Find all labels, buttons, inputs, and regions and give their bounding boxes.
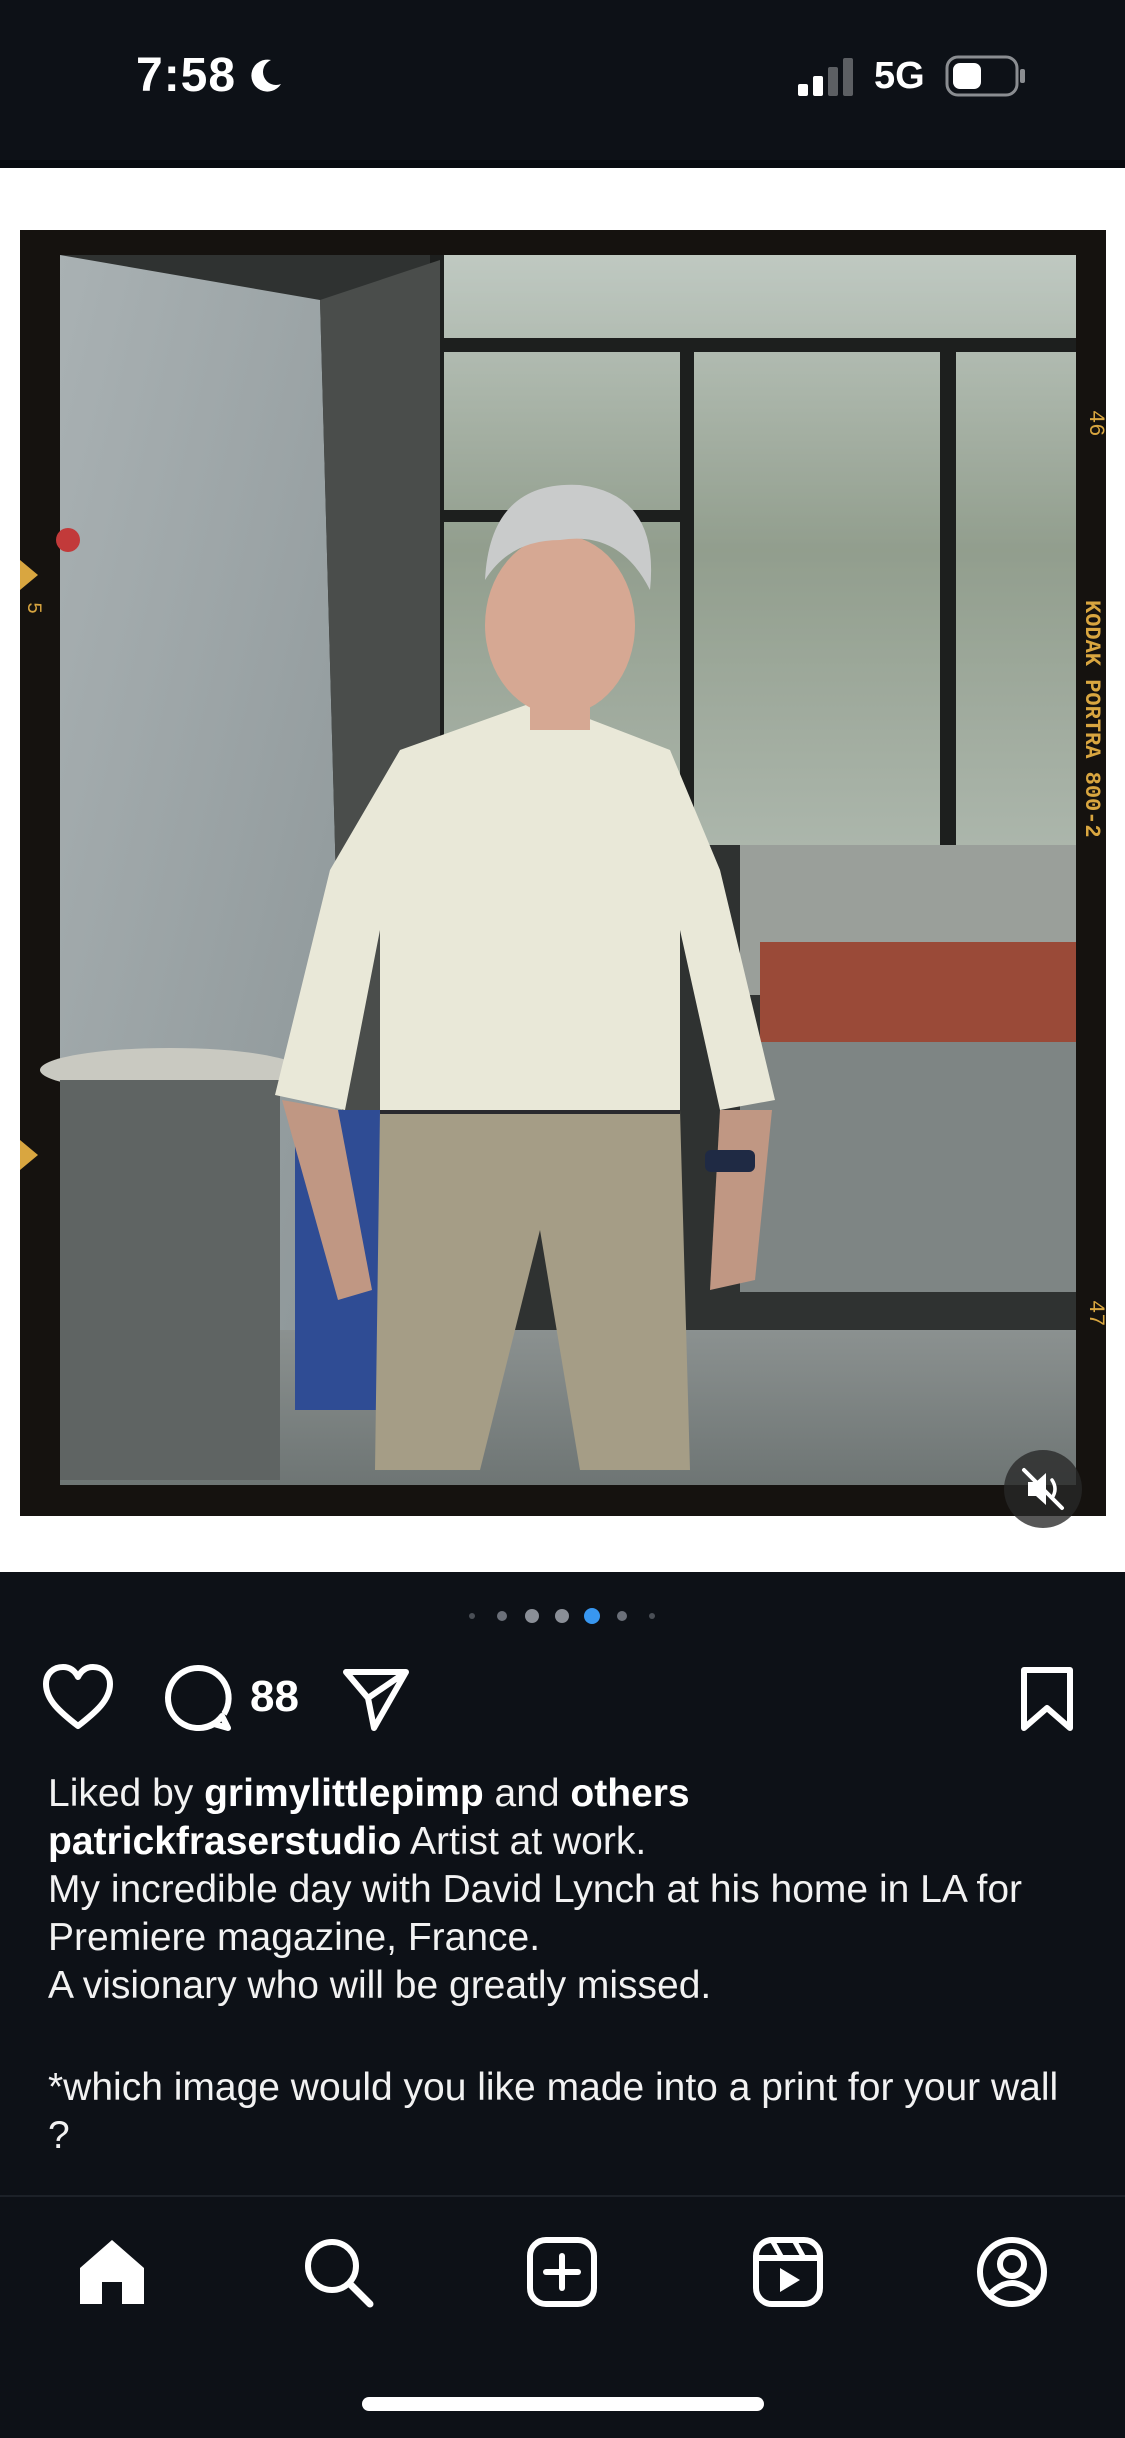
caption-line: My incredible day with David Lynch at hi… bbox=[48, 1868, 1023, 1959]
carousel-dot bbox=[469, 1613, 475, 1619]
caption-line: Artist at work. bbox=[409, 1820, 647, 1863]
carousel-dot bbox=[497, 1611, 507, 1621]
carousel-indicator bbox=[469, 1608, 655, 1624]
liked-by-line[interactable]: Liked by grimylittlepimp and others bbox=[48, 1770, 1088, 1818]
like-heart-icon[interactable] bbox=[40, 1662, 116, 1732]
mute-button[interactable] bbox=[1004, 1450, 1082, 1528]
liked-by-user[interactable]: grimylittlepimp bbox=[204, 1772, 484, 1815]
film-frame-number-left: 5 bbox=[21, 602, 44, 614]
carousel-dot bbox=[525, 1609, 539, 1623]
home-indicator[interactable] bbox=[362, 2397, 764, 2411]
save-bookmark-icon[interactable] bbox=[1018, 1664, 1076, 1734]
home-icon[interactable] bbox=[72, 2232, 152, 2312]
status-bar: 7:58 5G bbox=[0, 0, 1125, 160]
liked-by-others[interactable]: others bbox=[570, 1772, 689, 1815]
moon-icon bbox=[251, 59, 281, 92]
status-time: 7:58 bbox=[136, 49, 237, 102]
film-frame-number-top: 46 bbox=[1083, 410, 1106, 436]
carousel-dot bbox=[617, 1611, 627, 1621]
liked-by-connector: and bbox=[494, 1772, 560, 1815]
header-divider bbox=[0, 160, 1125, 168]
battery-icon bbox=[945, 55, 1025, 97]
caption-line: A visionary who will be greatly missed. bbox=[48, 1964, 712, 2007]
profile-icon[interactable] bbox=[972, 2232, 1052, 2312]
reels-icon[interactable] bbox=[748, 2232, 828, 2312]
comment-icon[interactable] bbox=[162, 1662, 234, 1734]
post-photo[interactable]: 46 KODAK PORTRA 800-2 47 5 bbox=[20, 230, 1106, 1516]
post-caption: Liked by grimylittlepimp and others patr… bbox=[48, 1770, 1088, 2160]
share-send-icon[interactable] bbox=[340, 1664, 412, 1734]
carousel-dot-active bbox=[584, 1608, 600, 1624]
caption-question: *which image would you like made into a … bbox=[48, 2066, 1059, 2157]
film-brand-text: KODAK PORTRA 800-2 bbox=[1079, 600, 1104, 838]
create-icon[interactable] bbox=[522, 2232, 602, 2312]
search-icon[interactable] bbox=[298, 2232, 378, 2312]
speaker-muted-icon bbox=[1022, 1468, 1064, 1510]
carousel-dot bbox=[555, 1609, 569, 1623]
comment-count[interactable]: 88 bbox=[250, 1672, 299, 1722]
liked-by-prefix: Liked by bbox=[48, 1772, 194, 1815]
network-type: 5G bbox=[874, 55, 925, 97]
film-frame-number-bottom: 47 bbox=[1083, 1300, 1106, 1326]
caption-username[interactable]: patrickfraserstudio bbox=[48, 1820, 401, 1863]
signal-icon bbox=[798, 58, 853, 96]
carousel-dot bbox=[649, 1613, 655, 1619]
photo-illustration: 46 KODAK PORTRA 800-2 47 5 bbox=[20, 230, 1106, 1516]
